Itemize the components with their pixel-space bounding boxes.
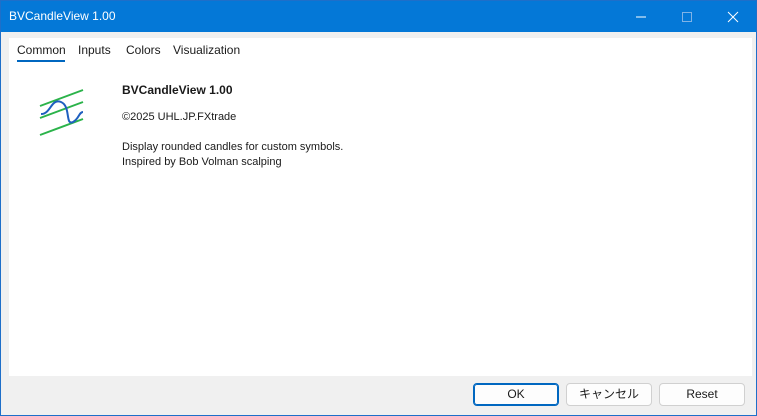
title-bar[interactable]: BVCandleView 1.00 [1,1,756,32]
minimize-icon [636,16,646,18]
indicator-name: BVCandleView 1.00 [122,83,233,97]
tab-colors[interactable]: Colors [126,42,161,62]
description-line: Inspired by Bob Volman scalping [122,156,282,168]
ok-button[interactable]: OK [473,383,559,406]
tab-inputs[interactable]: Inputs [78,42,111,62]
dialog-window: BVCandleView 1.00 Common Inputs Colors V… [0,0,757,416]
cancel-button[interactable]: キャンセル [566,383,652,406]
maximize-icon [682,12,692,22]
close-icon [727,11,739,23]
tab-visualization[interactable]: Visualization [173,42,240,62]
description-line: Display rounded candles for custom symbo… [122,141,344,153]
reset-button[interactable]: Reset [659,383,745,406]
close-button[interactable] [710,1,756,32]
copyright-text: ©2025 UHL.JP.FXtrade [122,111,237,123]
minimize-button[interactable] [618,1,664,32]
maximize-button[interactable] [664,1,710,32]
description-text: Display rounded candles for custom symbo… [122,140,343,170]
tab-common[interactable]: Common [17,42,66,62]
tab-content-panel: Common Inputs Colors Visualization BVCan… [9,38,752,376]
window-title: BVCandleView 1.00 [9,9,116,23]
indicator-sine-wave-icon [37,88,87,140]
